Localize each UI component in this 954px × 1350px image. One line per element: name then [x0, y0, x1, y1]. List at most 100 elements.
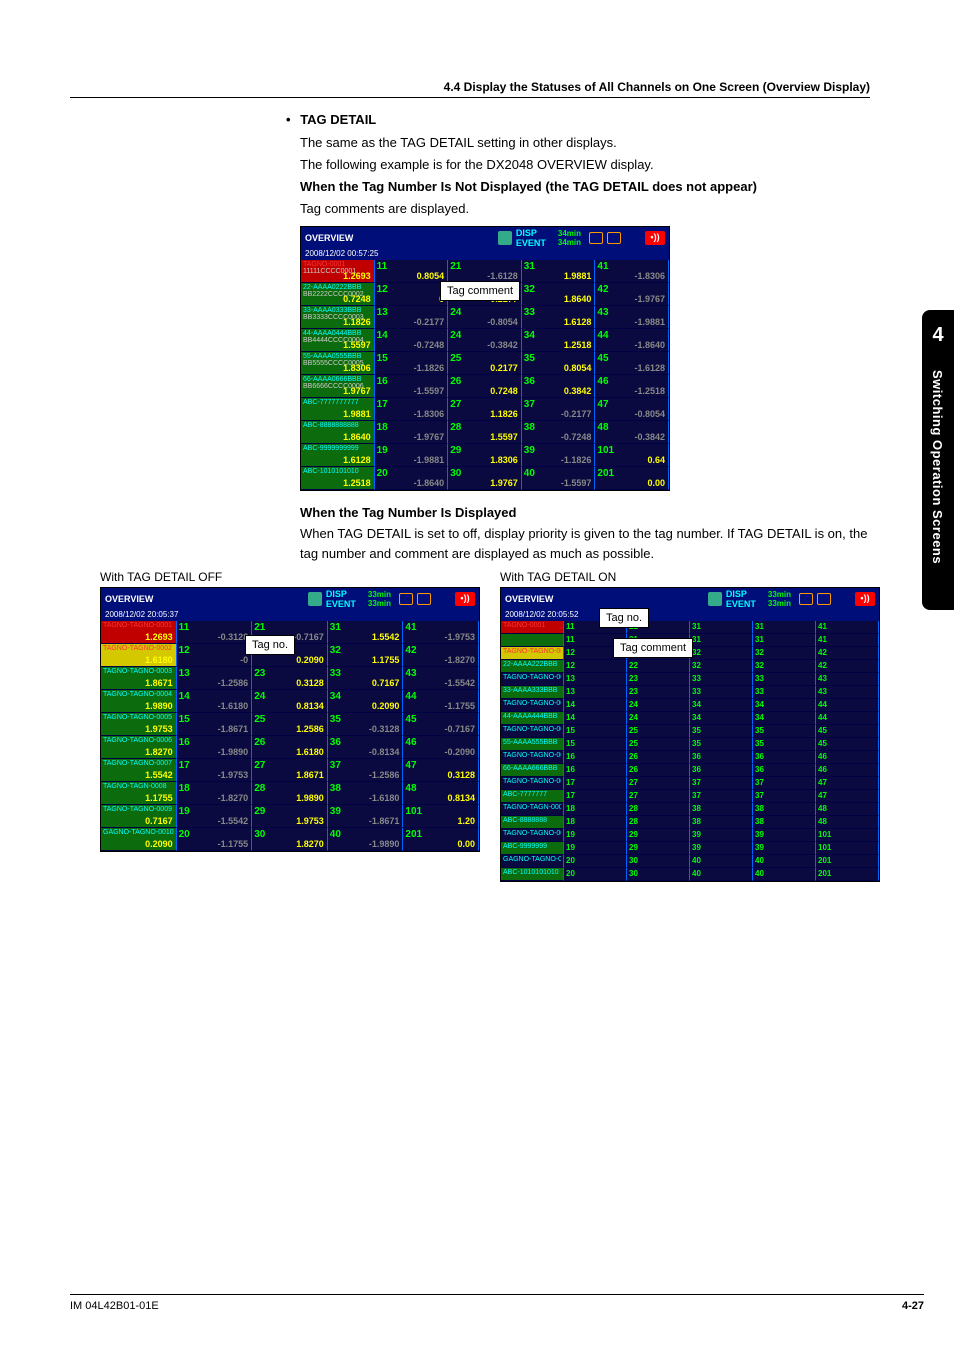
overview-cell[interactable]: 201 [816, 868, 879, 881]
overview-cell[interactable]: 17 [564, 790, 627, 803]
overview-cell[interactable]: 13-1.2586 [177, 667, 253, 690]
overview-cell[interactable]: 40 [690, 868, 753, 881]
overview-cell[interactable]: 13 [564, 673, 627, 686]
overview-cell[interactable]: 291.8306 [448, 444, 522, 467]
overview-cell[interactable]: 11-0.3128 [177, 621, 253, 644]
overview-cell[interactable]: 20 [564, 855, 627, 868]
overview-cell[interactable]: 47 [816, 790, 879, 803]
overview-cell[interactable]: 42 [816, 647, 879, 660]
overview-cell[interactable]: 24-0.8054 [448, 306, 522, 329]
overview-cell[interactable]: 44 [816, 699, 879, 712]
overview-cell[interactable]: 27 [627, 777, 690, 790]
overview-cell[interactable]: 281.5597 [448, 421, 522, 444]
overview-cell[interactable]: 37 [753, 790, 816, 803]
overview-cell[interactable]: ABC-10101010101.2518 [301, 467, 375, 490]
overview-cell[interactable]: 20-1.8640 [375, 467, 449, 490]
overview-cell[interactable]: TAGNO-TAGNO-00051.9753 [101, 713, 177, 736]
overview-cell[interactable]: 20-1.1755 [177, 828, 253, 851]
overview-cell[interactable]: 46 [816, 751, 879, 764]
overview-cell[interactable]: 33 [690, 673, 753, 686]
overview-cell[interactable]: 41 [816, 621, 879, 634]
overview-cell[interactable]: 34 [690, 699, 753, 712]
keypad-icon[interactable] [589, 232, 603, 244]
overview-cell[interactable]: 35 [690, 725, 753, 738]
overview-cell[interactable]: 14 [564, 712, 627, 725]
overview-cell[interactable]: 45 [816, 738, 879, 751]
overview-cell[interactable]: 44-AAAA0444BBBBB4444CCCC00041.5597 [301, 329, 375, 352]
overview-cell[interactable]: TAGNO-TAGNO-0005 [501, 725, 564, 738]
overview-cell[interactable]: TAGNO-0001 [501, 621, 564, 634]
overview-cell[interactable]: 101 [816, 829, 879, 842]
overview-cell[interactable]: 15 [564, 725, 627, 738]
overview-cell[interactable]: 19 [564, 842, 627, 855]
sound-icon[interactable]: •)) [455, 592, 475, 606]
overview-cell[interactable]: TAGNO-TAGNO-0002 [501, 647, 564, 660]
overview-cell[interactable]: 45-1.6128 [595, 352, 669, 375]
overview-cell[interactable]: 14 [564, 699, 627, 712]
overview-cell[interactable]: 271.8671 [252, 759, 328, 782]
overview-cell[interactable]: GAGNO-TAGNO-00100.2090 [101, 828, 177, 851]
overview-cell[interactable]: 37-1.2586 [328, 759, 404, 782]
overview-cell[interactable]: 48-0.3842 [595, 421, 669, 444]
overview-cell[interactable]: 55-AAAA555BBB [501, 738, 564, 751]
overview-cell[interactable]: 40-1.5597 [522, 467, 596, 490]
overview-cell[interactable]: 33-AAAA333BBB [501, 686, 564, 699]
overview-cell[interactable]: 250.2177 [448, 352, 522, 375]
overview-cell[interactable]: 17 [564, 777, 627, 790]
overview-cell[interactable]: 33 [753, 673, 816, 686]
overview-cell[interactable]: 20 [564, 868, 627, 881]
overview-cell[interactable]: 101 [816, 842, 879, 855]
overview-cell[interactable]: 18-1.9767 [375, 421, 449, 444]
overview-cell[interactable]: 15-1.1826 [375, 352, 449, 375]
overview-cell[interactable]: 29 [627, 842, 690, 855]
overview-cell[interactable]: 45-0.7167 [403, 713, 479, 736]
overview-cell[interactable]: 33 [753, 686, 816, 699]
overview-cell[interactable]: 38-0.7248 [522, 421, 596, 444]
page-icon[interactable] [417, 593, 431, 605]
overview-cell[interactable]: 31 [690, 634, 753, 647]
overview-cell[interactable]: ABC-8888888 [501, 816, 564, 829]
overview-cell[interactable]: 43 [816, 673, 879, 686]
overview-cell[interactable]: 32 [690, 647, 753, 660]
overview-cell[interactable]: ABC-77777777771.9881 [301, 398, 375, 421]
overview-cell[interactable]: 37 [690, 790, 753, 803]
overview-cell[interactable]: 291.9753 [252, 805, 328, 828]
overview-cell[interactable]: 39 [753, 829, 816, 842]
overview-cell[interactable]: 43-1.5542 [403, 667, 479, 690]
page-icon[interactable] [817, 593, 831, 605]
overview-cell[interactable]: 12 [564, 660, 627, 673]
overview-cell[interactable]: 13-0.2177 [375, 306, 449, 329]
overview-cell[interactable]: 47 [816, 777, 879, 790]
overview-cell[interactable]: 331.6128 [522, 306, 596, 329]
overview-cell[interactable]: 16 [564, 764, 627, 777]
overview-cell[interactable]: 321.1755 [328, 644, 404, 667]
overview-cell[interactable]: 22 [627, 660, 690, 673]
overview-cell[interactable]: 470.3128 [403, 759, 479, 782]
overview-cell[interactable]: TAGNO-TAGNO-00031.8671 [101, 667, 177, 690]
overview-cell[interactable]: 40-1.9890 [328, 828, 404, 851]
overview-cell[interactable]: 251.2586 [252, 713, 328, 736]
overview-cell[interactable]: 40 [753, 868, 816, 881]
overview-cell[interactable]: 37 [690, 777, 753, 790]
overview-cell[interactable]: 341.2518 [522, 329, 596, 352]
overview-cell[interactable]: 301.8270 [252, 828, 328, 851]
overview-cell[interactable]: TAGNO-TAGNO-00061.8270 [101, 736, 177, 759]
overview-cell[interactable]: 42-1.8270 [403, 644, 479, 667]
overview-cell[interactable]: 18-1.8270 [177, 782, 253, 805]
overview-cell[interactable]: 41-1.9753 [403, 621, 479, 644]
overview-cell[interactable]: 281.9890 [252, 782, 328, 805]
overview-cell[interactable]: TAGNO-TAGN-00081.1755 [101, 782, 177, 805]
overview-cell[interactable]: 40 [690, 855, 753, 868]
overview-cell[interactable]: 46-1.2518 [595, 375, 669, 398]
overview-cell[interactable]: 321.8640 [522, 283, 596, 306]
overview-cell[interactable]: ABC-99999999991.6128 [301, 444, 375, 467]
overview-cell[interactable]: 38 [753, 803, 816, 816]
overview-cell[interactable]: 41 [816, 634, 879, 647]
overview-cell[interactable]: 42-1.9767 [595, 283, 669, 306]
overview-cell[interactable]: 66-AAAA0666BBBBB6666CCCC00061.9767 [301, 375, 375, 398]
overview-cell[interactable]: ABC-88888888881.8640 [301, 421, 375, 444]
overview-cell[interactable]: 29 [627, 829, 690, 842]
overview-cell[interactable]: 230.3128 [252, 667, 328, 690]
overview-cell[interactable]: 14-0.7248 [375, 329, 449, 352]
overview-cell[interactable]: 22-AAAA222BBB [501, 660, 564, 673]
